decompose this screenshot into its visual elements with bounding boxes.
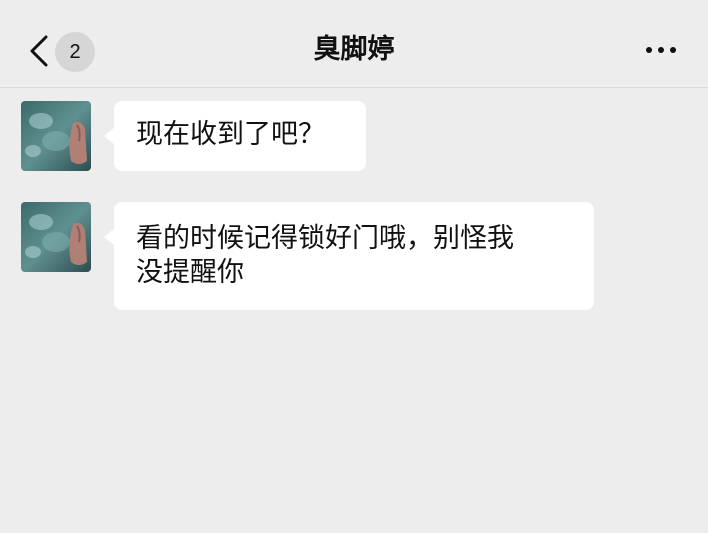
back-button[interactable]: 2 [18, 26, 98, 74]
message-text-line: 没提醒你 [136, 257, 244, 288]
more-button[interactable] [636, 36, 686, 66]
contact-avatar[interactable] [21, 202, 91, 272]
more-dot-icon [646, 47, 652, 53]
message-bubble[interactable]: 看的时候记得锁好门哦，别怪我 没提醒你 [114, 202, 594, 310]
chat-title: 臭脚婷 [313, 34, 395, 65]
message-text-line: 看的时候记得锁好门哦，别怪我 [136, 223, 514, 254]
chat-header: 2 臭脚婷 [0, 0, 708, 88]
message-text: 现在收到了吧？ [136, 119, 325, 150]
unread-count-badge: 2 [55, 32, 95, 72]
avatar-image [21, 202, 91, 272]
message-bubble[interactable]: 现在收到了吧？ [114, 101, 366, 171]
contact-avatar[interactable] [21, 101, 91, 171]
more-dot-icon [658, 47, 664, 53]
chevron-left-icon [30, 35, 48, 67]
avatar-image [21, 101, 91, 171]
more-dot-icon [670, 47, 676, 53]
